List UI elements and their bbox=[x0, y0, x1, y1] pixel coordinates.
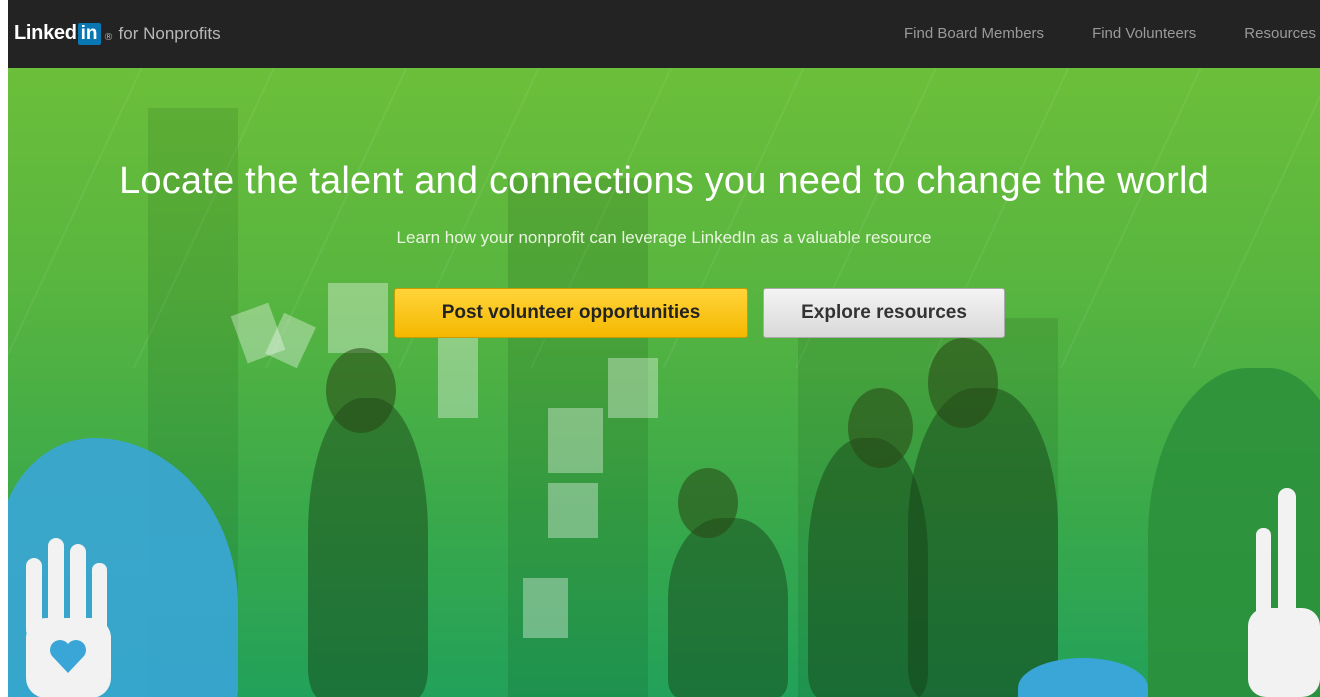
hero-headline: Locate the talent and connections you ne… bbox=[119, 160, 1209, 202]
logo-linked-text: Linked bbox=[14, 22, 77, 44]
hero-subheadline: Learn how your nonprofit can leverage Li… bbox=[396, 228, 932, 247]
explore-resources-button[interactable]: Explore resources bbox=[763, 288, 1005, 338]
registered-mark: ® bbox=[103, 32, 114, 43]
wall-paper bbox=[438, 338, 478, 418]
person-head bbox=[848, 388, 913, 468]
main-nav: Find Board Members Find Volunteers Resou… bbox=[856, 25, 1316, 42]
person-head bbox=[928, 338, 998, 428]
logo-subtitle: for Nonprofits bbox=[118, 23, 221, 43]
nav-find-board-members[interactable]: Find Board Members bbox=[904, 25, 1044, 42]
wall-paper bbox=[328, 283, 388, 353]
wall-paper bbox=[548, 483, 598, 538]
wall-paper bbox=[523, 578, 568, 638]
hero-banner: Locate the talent and connections you ne… bbox=[8, 68, 1320, 697]
person-head bbox=[326, 348, 396, 433]
linkedin-for-nonprofits-logo[interactable]: Linked in ® for Nonprofits bbox=[14, 22, 221, 45]
person-head bbox=[678, 468, 738, 538]
wall-paper bbox=[608, 358, 658, 418]
person-silhouette bbox=[308, 398, 428, 697]
post-volunteer-opportunities-button[interactable]: Post volunteer opportunities bbox=[394, 288, 748, 338]
hand-icon bbox=[1248, 488, 1320, 697]
logo-in-badge: in bbox=[77, 22, 101, 45]
wall-paper bbox=[548, 408, 603, 473]
nav-resources[interactable]: Resources bbox=[1244, 25, 1316, 42]
nav-find-volunteers[interactable]: Find Volunteers bbox=[1092, 25, 1196, 42]
person-silhouette bbox=[668, 518, 788, 697]
person-silhouette bbox=[908, 388, 1058, 697]
top-navigation-bar: Linked in ® for Nonprofits Find Board Me… bbox=[8, 0, 1320, 68]
hand-heart-icon bbox=[26, 538, 111, 697]
